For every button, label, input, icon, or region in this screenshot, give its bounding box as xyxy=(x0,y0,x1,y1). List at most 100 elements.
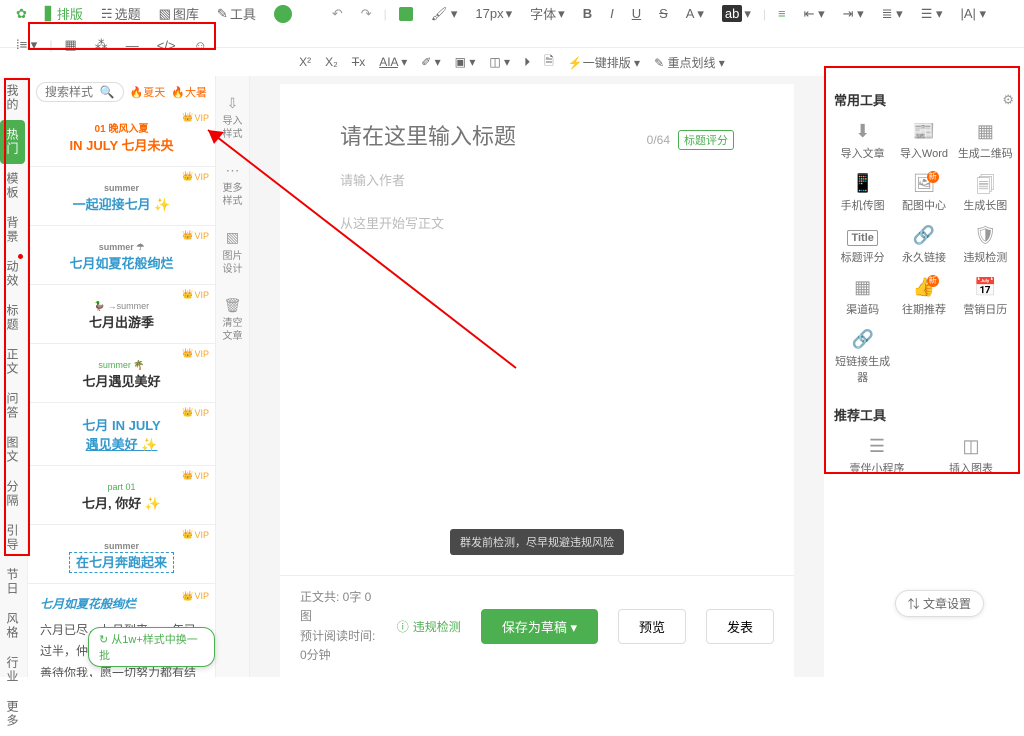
emoji-icon[interactable]: ☺ xyxy=(188,34,213,57)
body-input[interactable]: 从这里开始写正文 xyxy=(340,213,734,232)
tool-violation[interactable]: 🛡违规检测 xyxy=(957,225,1014,265)
subscript-icon[interactable]: X₂ xyxy=(325,55,338,69)
tool-calendar[interactable]: 📅营销日历 xyxy=(957,277,1014,317)
tool-phone-upload[interactable]: 📱手机传图 xyxy=(834,173,891,213)
highlight-line[interactable]: ✎ 重点划线 ▾ xyxy=(654,54,725,71)
eyedropper-icon[interactable]: ✐ ▾ xyxy=(421,55,440,69)
tab-images[interactable]: ▧ 图库 xyxy=(153,0,205,27)
hr-icon[interactable]: — xyxy=(120,34,145,57)
tool-past-recommend[interactable]: 新👍往期推荐 xyxy=(895,277,952,317)
one-click-layout[interactable]: ⚡一键排版 ▾ xyxy=(568,54,640,71)
author-input[interactable]: 请输入作者 xyxy=(340,170,734,189)
align-left-icon[interactable]: ≡ xyxy=(772,2,792,25)
search-icon[interactable]: 🔍 xyxy=(100,85,115,99)
table-icon[interactable]: ▦ xyxy=(58,33,82,57)
video-icon[interactable]: ⏵ xyxy=(524,55,530,70)
attachment-icon[interactable]: 🗎 xyxy=(544,52,554,73)
paragraph-spacing-icon[interactable]: ⁞≡ ▾ xyxy=(10,33,43,57)
gear-icon[interactable]: ⚙ xyxy=(1002,92,1014,108)
preview-button[interactable]: 预览 xyxy=(618,609,686,644)
brush-icon[interactable]: 🖌 ▾ xyxy=(425,2,464,26)
tool-long-image[interactable]: 🗐生成长图 xyxy=(957,173,1014,213)
font-size-select[interactable]: 17px ▾ xyxy=(469,2,518,26)
insert-image-icon[interactable]: ▣ ▾ xyxy=(455,55,476,69)
tool-shortlink[interactable]: 🔗短链接生成器 xyxy=(834,329,891,385)
indent-left-icon[interactable]: ⇤ ▾ xyxy=(798,2,831,26)
style-item[interactable]: VIPsummer一起迎接七月 ✨ xyxy=(28,167,215,226)
tab-hot[interactable]: 热门 xyxy=(0,120,25,164)
color-fill-icon[interactable] xyxy=(393,3,419,25)
line-height-icon[interactable]: ≣ ▾ xyxy=(876,2,909,26)
list-icon[interactable]: ☰ ▾ xyxy=(915,2,949,26)
violation-check-button[interactable]: ⓘ 违规检测 xyxy=(397,618,461,635)
undo-icon[interactable]: ↶ xyxy=(326,2,349,26)
tab-title[interactable]: 标题 xyxy=(0,296,25,340)
title-score-button[interactable]: 标题评分 xyxy=(678,130,734,150)
italic-icon[interactable]: I xyxy=(604,2,620,25)
style-item[interactable]: VIPsummer在七月奔跑起来 xyxy=(28,525,215,584)
tab-topics[interactable]: ☵ 选题 xyxy=(95,0,147,27)
import-style[interactable]: ⇩导入样式 xyxy=(216,84,249,151)
char-count: 0/64 xyxy=(647,133,670,147)
article-title-input[interactable] xyxy=(340,124,616,150)
tab-qa[interactable]: 问答 xyxy=(0,384,25,428)
tab-industry[interactable]: 行业 xyxy=(0,648,25,692)
crop-icon[interactable]: ◫ ▾ xyxy=(489,55,510,69)
hot-tag-1[interactable]: 🔥夏天 xyxy=(130,84,166,100)
tool-title-score[interactable]: Title标题评分 xyxy=(834,225,891,265)
superscript-icon[interactable]: X² xyxy=(299,55,311,69)
style-item[interactable]: VIPpart 01七月, 你好 ✨ xyxy=(28,466,215,525)
tab-effect[interactable]: 动效 xyxy=(0,252,25,296)
clear-format-icon[interactable]: Tx xyxy=(352,55,365,69)
tab-festival[interactable]: 节日 xyxy=(0,560,25,604)
tab-my[interactable]: 我的 xyxy=(0,76,25,120)
font-family-select[interactable]: 字体 ▾ xyxy=(524,0,571,27)
tool-channel-code[interactable]: ▦渠道码 xyxy=(834,277,891,317)
tab-imgtext[interactable]: 图文 xyxy=(0,428,25,472)
tab-divider[interactable]: 分隔 xyxy=(0,472,25,516)
letter-spacing-icon[interactable]: |A| ▾ xyxy=(954,2,992,26)
tab-more[interactable]: 更多 xyxy=(0,692,25,736)
article-settings-button[interactable]: ⇅ 文章设置 xyxy=(895,590,984,617)
redo-icon[interactable]: ↷ xyxy=(355,2,378,26)
refresh-styles-button[interactable]: ↻ 从1w+样式中换一批 xyxy=(88,627,215,667)
publish-button[interactable]: 发表 xyxy=(706,609,774,644)
more-icon: ⋯ xyxy=(218,161,247,179)
special-icon[interactable]: ⁂ xyxy=(89,33,114,57)
tool-import-word[interactable]: 📰导入Word xyxy=(895,121,952,161)
tab-template[interactable]: 模板 xyxy=(0,164,25,208)
tool-miniprogram[interactable]: ☰壹伴小程序 xyxy=(834,436,920,476)
tab-style[interactable]: 风格 xyxy=(0,604,25,648)
style-item[interactable]: VIP01 晚风入夏IN JULY 七月未央 xyxy=(28,108,215,167)
tool-permalink[interactable]: 🔗永久链接 xyxy=(895,225,952,265)
clear-article[interactable]: 🗑清空文章 xyxy=(216,286,249,353)
tool-image-center[interactable]: 新🖼配图中心 xyxy=(895,173,952,213)
tab-guide[interactable]: 引导 xyxy=(0,516,25,560)
editor-footer: 正文共: 0字 0图 预计阅读时间: 0分钟 ⓘ 违规检测 保存为草稿 ▾ 预览… xyxy=(280,575,794,677)
tool-qrcode[interactable]: ▦生成二维码 xyxy=(957,121,1014,161)
strike-icon[interactable]: S xyxy=(653,2,674,25)
style-item[interactable]: VIP🦆 →summer七月出游季 xyxy=(28,285,215,344)
style-item[interactable]: VIPsummer ☂七月如夏花般绚烂 xyxy=(28,226,215,285)
style-search-input[interactable]: 🔍 xyxy=(36,82,124,102)
font-color-icon[interactable]: A ▾ xyxy=(680,2,710,26)
qrcode-icon: ▦ xyxy=(957,121,1014,141)
tab-tools[interactable]: ✎ 工具 xyxy=(211,0,262,27)
indent-right-icon[interactable]: ⇥ ▾ xyxy=(837,2,870,26)
tool-import-article[interactable]: ⬇导入文章 xyxy=(834,121,891,161)
underline-icon[interactable]: U xyxy=(626,2,647,25)
tab-layout[interactable]: ▋排版 xyxy=(39,0,89,27)
style-item[interactable]: VIPsummer 🌴七月遇见美好 xyxy=(28,344,215,403)
tool-insert-chart[interactable]: ◫插入图表 xyxy=(928,436,1014,476)
tab-background[interactable]: 背景 xyxy=(0,208,25,252)
code-icon[interactable]: </> xyxy=(151,34,182,57)
img-design[interactable]: ▧图片设计 xyxy=(216,218,249,285)
save-draft-button[interactable]: 保存为草稿 ▾ xyxy=(481,609,598,644)
more-style[interactable]: ⋯更多样式 xyxy=(216,151,249,218)
hot-tag-2[interactable]: 🔥大暑 xyxy=(171,84,207,100)
bg-color-icon[interactable]: ab ▾ xyxy=(716,1,757,26)
bold-icon[interactable]: B xyxy=(577,2,598,25)
highlight-pen-icon[interactable]: AIA ▾ xyxy=(379,55,407,69)
style-item[interactable]: VIP七月 IN JULY遇见美好 ✨ xyxy=(28,403,215,466)
tab-body[interactable]: 正文 xyxy=(0,340,25,384)
